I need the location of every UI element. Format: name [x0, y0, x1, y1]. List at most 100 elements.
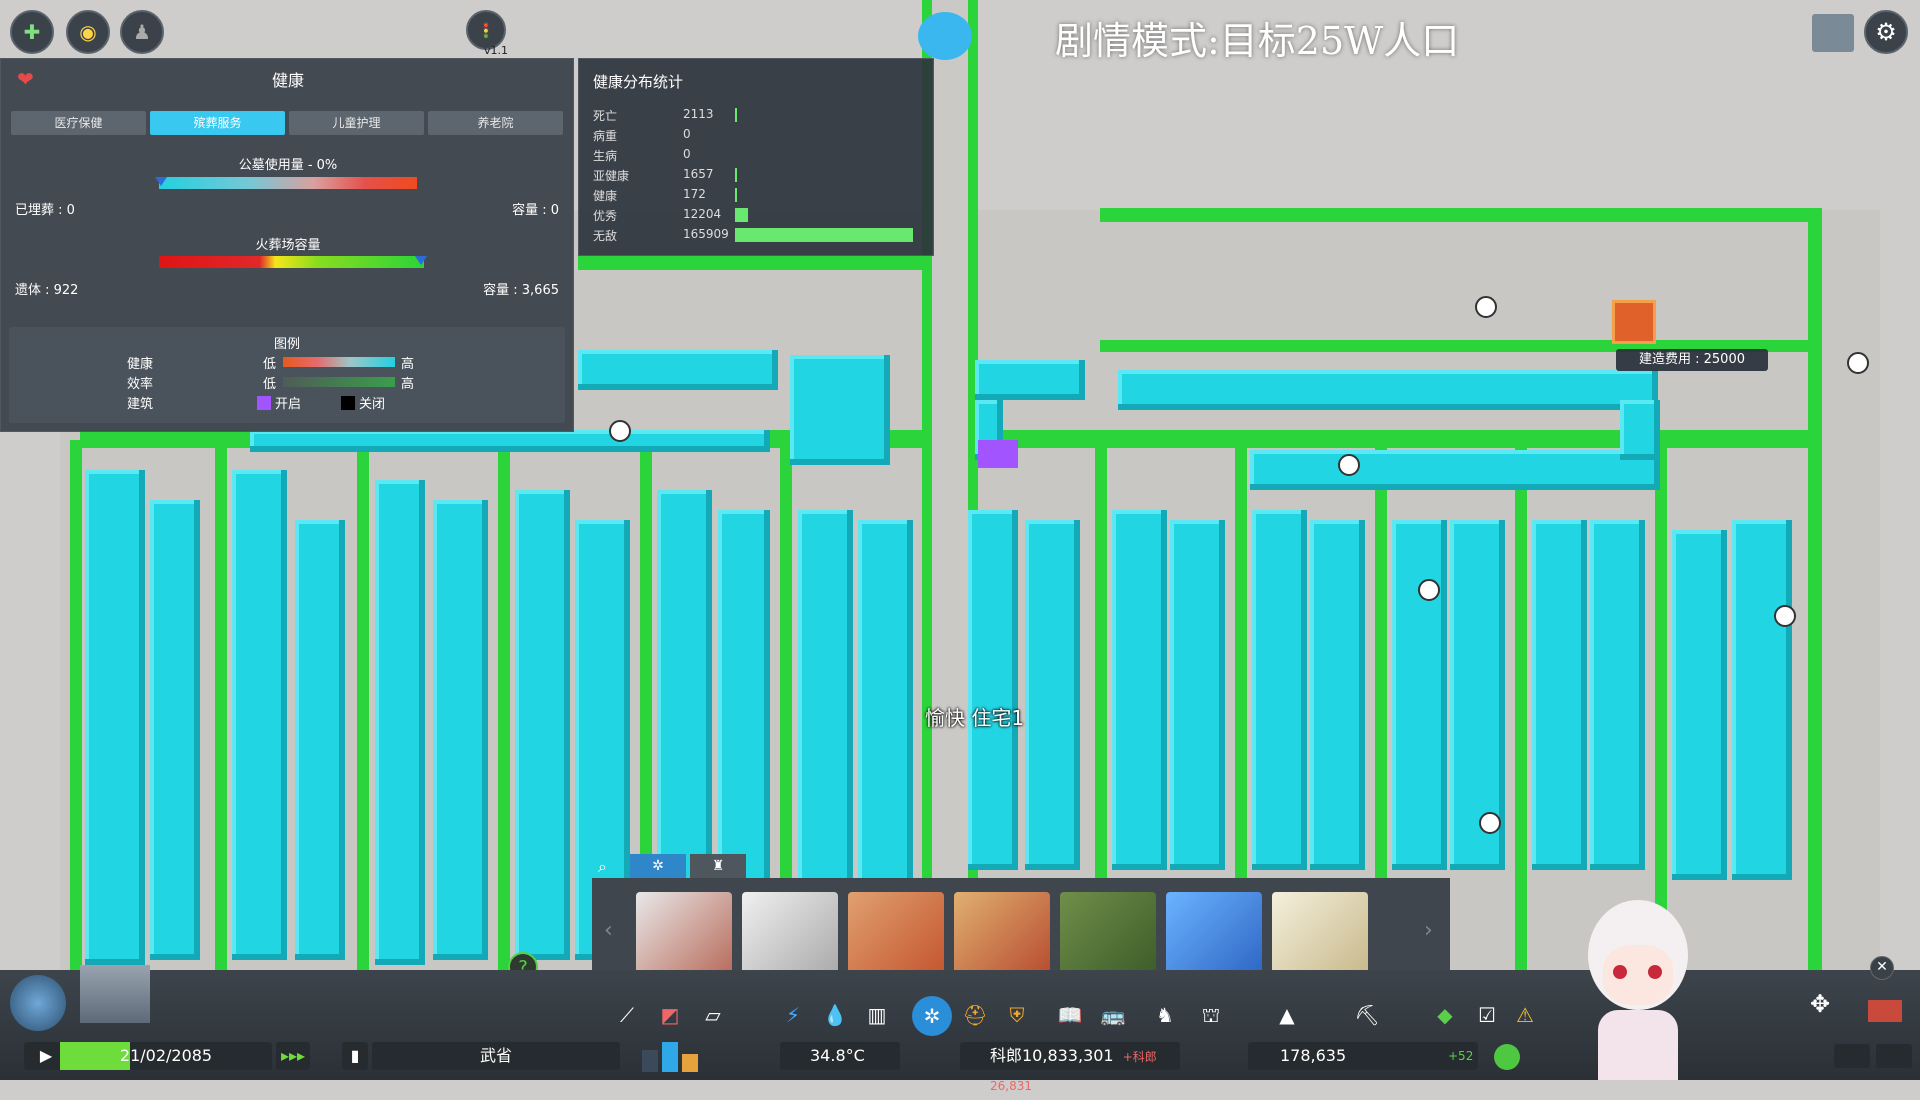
cemetery-usage-gradient	[159, 177, 417, 189]
health-distribution-panel: 健康分布统计 死亡 2113 病重 0 生病 0 亚健康 1657 健康 172 优秀 12204 无敌…	[578, 58, 934, 256]
cemetery-capacity: 容量 : 0	[512, 203, 559, 218]
stat-value: 1657	[683, 167, 714, 181]
selected-building[interactable]	[978, 440, 1018, 468]
landscaping-icon[interactable]: ▲	[1272, 1000, 1302, 1030]
notification-icon[interactable]	[1868, 1000, 1902, 1022]
monuments-icon[interactable]: ⛫	[1196, 1000, 1226, 1030]
health-tabs: 医疗保健 殡葬服务 儿童护理 养老院	[11, 111, 563, 135]
camera-button[interactable]	[1834, 1044, 1870, 1068]
crematorium-label: 火葬场容量	[255, 238, 321, 253]
healthcare-icon[interactable]: ✲	[912, 996, 952, 1036]
money-box[interactable]: 科郎10,833,301 +科郎26,831	[960, 1042, 1180, 1093]
main-avenue	[930, 0, 970, 980]
asset-tabs: ✲ ♜	[630, 854, 750, 878]
residential-building	[968, 510, 1018, 870]
traffic-version: v1.1	[484, 44, 509, 57]
districts-icon[interactable]: ▱	[698, 1000, 728, 1030]
stat-value: 0	[683, 147, 691, 161]
money-value: 科郎10,833,301	[990, 1046, 1114, 1065]
scroll-left-icon[interactable]: ‹	[604, 918, 613, 943]
pedestrian-button[interactable]: ♟	[120, 10, 164, 54]
residential-building	[1590, 520, 1645, 870]
zoning-icon[interactable]: ◩	[655, 1000, 685, 1030]
residential-building	[1620, 400, 1660, 460]
garbage-icon[interactable]: ▥	[862, 1000, 892, 1030]
tab-deathcare[interactable]: 殡葬服务	[150, 111, 285, 135]
stat-label: 无敌	[593, 229, 618, 243]
warning-icon[interactable]: ⚠	[1510, 1000, 1540, 1030]
residential-building	[1252, 510, 1307, 870]
eldercare-thumb[interactable]	[1272, 892, 1368, 976]
tab-other-assets[interactable]: ♜	[690, 854, 746, 878]
efficiency-legend-gradient	[283, 377, 395, 387]
settings-button[interactable]: ⚙	[1864, 10, 1908, 54]
scroll-right-icon[interactable]: ›	[1424, 918, 1433, 943]
city-name[interactable]: 武省	[372, 1042, 620, 1070]
selected-asset-thumb[interactable]	[1166, 892, 1262, 976]
residential-building	[250, 430, 770, 452]
bulldozer-icon[interactable]: ⛏	[1352, 1000, 1382, 1030]
health-info-panel: ❤ 健康 医疗保健 殡葬服务 儿童护理 养老院 公墓使用量 - 0% 已埋葬 :…	[0, 58, 574, 432]
unlock-button[interactable]: ✚	[10, 10, 54, 54]
traffic-light-icon: 🚦	[476, 20, 496, 40]
hearse-icon	[609, 420, 631, 442]
beautification-icon[interactable]: ♞	[1150, 1000, 1180, 1030]
tab-childcare[interactable]: 儿童护理	[289, 111, 424, 135]
crematorium-thumb[interactable]	[954, 892, 1050, 976]
search-icon[interactable]: ⌕	[598, 857, 618, 877]
roads-icon[interactable]: ⟋	[612, 1000, 642, 1030]
tab-deathcare-assets[interactable]: ✲	[630, 854, 686, 878]
hospital-thumb[interactable]	[636, 892, 732, 976]
stat-label: 病重	[593, 129, 618, 143]
crematorium-capacity: 容量 : 3,665	[483, 283, 559, 298]
building-on-swatch	[257, 396, 271, 410]
city-icon[interactable]	[80, 965, 150, 1023]
residential-building	[375, 480, 425, 965]
residential-building	[1732, 520, 1792, 880]
chirper-icon[interactable]	[918, 12, 972, 60]
stat-label: 生病	[593, 149, 618, 163]
city-skyline-icon[interactable]	[1812, 14, 1854, 52]
police-icon[interactable]: ⛨	[1002, 1000, 1032, 1030]
policies-icon[interactable]: ☑	[1472, 1000, 1502, 1030]
stat-bar	[735, 208, 749, 222]
tab-healthcare[interactable]: 医疗保健	[11, 111, 146, 135]
residential-building	[578, 350, 778, 390]
money-icon[interactable]: ◆	[1430, 1000, 1460, 1030]
cemetery-building[interactable]	[1612, 300, 1656, 344]
residential-building	[1250, 450, 1660, 490]
park-cemetery-thumb[interactable]	[1060, 892, 1156, 976]
transport-icon[interactable]: 🚌	[1098, 1000, 1128, 1030]
water-icon[interactable]: 💧	[820, 1000, 850, 1030]
legend-building-label: 建筑	[127, 397, 154, 412]
green-road	[1100, 208, 1820, 222]
cemetery-thumb[interactable]	[848, 892, 944, 976]
move-icon[interactable]: ✥	[1810, 990, 1830, 1018]
fire-icon[interactable]: ⛑	[960, 1000, 990, 1030]
legend: 图例 健康 低 高 效率 低 高 建筑 开启 关闭	[9, 327, 565, 423]
speed-button[interactable]: ▸▸▸	[276, 1042, 310, 1070]
photo-mode-button[interactable]	[1876, 1044, 1912, 1068]
stat-label: 亚健康	[593, 169, 630, 183]
usage-marker	[155, 177, 167, 186]
temperature-value: 34.8°C	[810, 1046, 865, 1065]
globe-icon[interactable]	[10, 975, 66, 1031]
education-icon[interactable]: 📖	[1055, 1000, 1085, 1030]
tab-eldercare[interactable]: 养老院	[428, 111, 563, 135]
medical-center-thumb[interactable]	[742, 892, 838, 976]
residential-building	[1672, 530, 1727, 880]
residential-building	[433, 500, 488, 960]
pause-icon[interactable]: ▮	[342, 1042, 368, 1070]
electricity-icon[interactable]: ⚡	[778, 1000, 808, 1030]
happiness-icon	[1494, 1044, 1520, 1070]
stat-bar	[735, 168, 737, 182]
residential-building	[1118, 370, 1658, 410]
green-road	[578, 256, 938, 270]
population-delta: +52	[1448, 1049, 1474, 1063]
deceased-count: 遗体 : 922	[15, 283, 79, 298]
hearse-icon	[1774, 605, 1796, 627]
close-icon[interactable]: ✕	[1870, 956, 1894, 980]
legend-health-label: 健康	[127, 357, 154, 372]
info-views-button[interactable]: ◉	[66, 10, 110, 54]
population-box[interactable]: 178,635 +52	[1248, 1042, 1478, 1070]
